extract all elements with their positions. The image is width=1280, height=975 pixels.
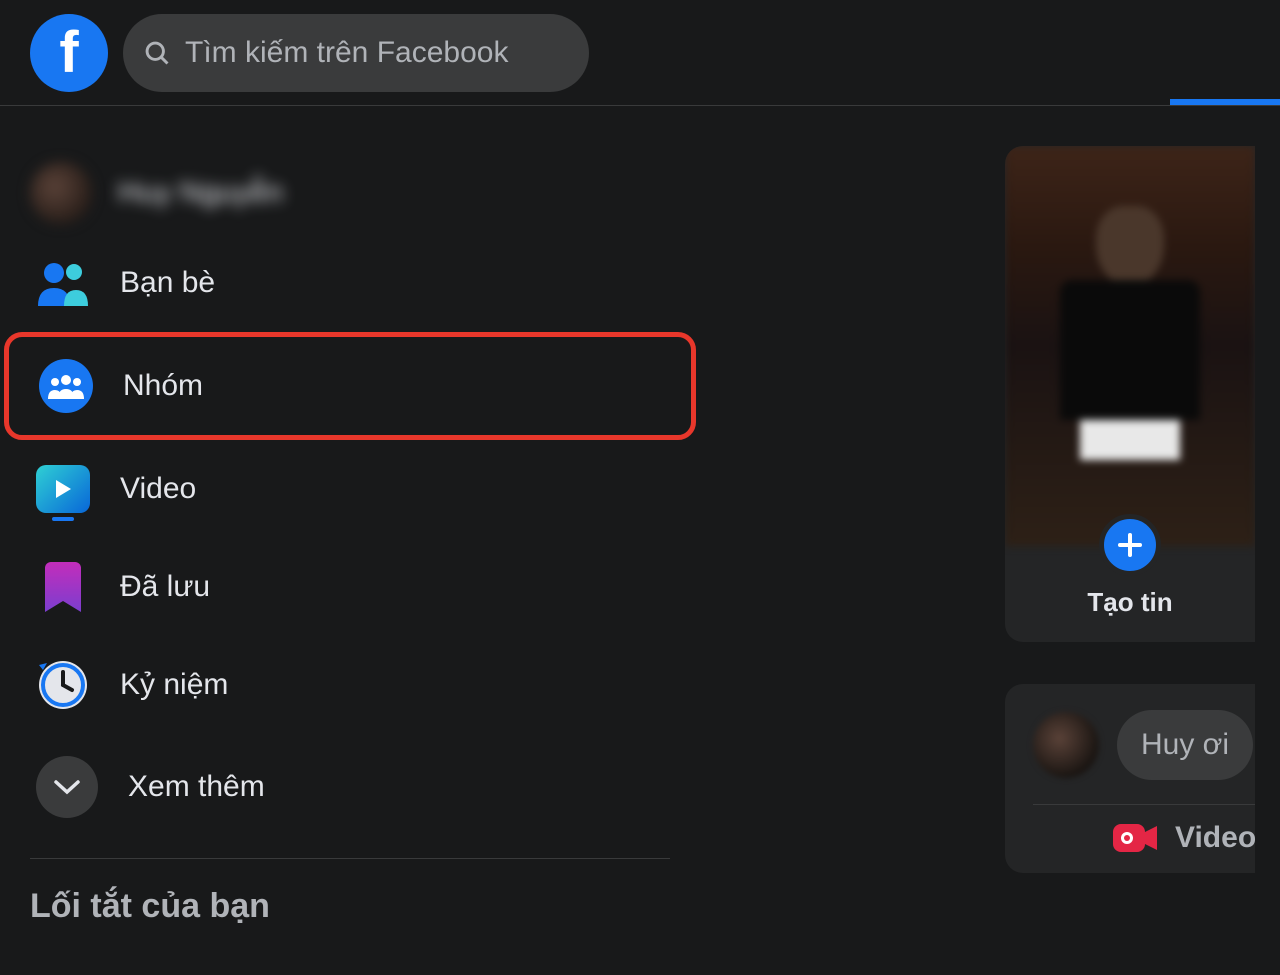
video-icon xyxy=(36,462,90,516)
chevron-down-icon xyxy=(36,756,98,818)
live-video-icon xyxy=(1113,822,1159,854)
nav-label: Đã lưu xyxy=(120,570,210,604)
facebook-logo[interactable]: f xyxy=(30,14,108,92)
shortcuts-title: Lối tắt của bạn xyxy=(0,887,700,926)
divider xyxy=(30,858,670,859)
nav-label: Kỷ niệm xyxy=(120,668,228,702)
live-video-button[interactable]: Video xyxy=(1033,805,1255,873)
composer-avatar[interactable] xyxy=(1033,712,1099,778)
live-video-label: Video xyxy=(1175,821,1256,855)
bookmark-icon xyxy=(36,560,90,614)
plus-icon xyxy=(1116,531,1144,559)
nav-label: Video xyxy=(120,472,196,506)
profile-link[interactable]: Huy Nguyễn xyxy=(0,152,700,234)
nav-label: Xem thêm xyxy=(128,770,265,804)
nav-memories[interactable]: Kỷ niệm xyxy=(0,636,700,734)
profile-avatar xyxy=(30,162,92,224)
left-sidebar: Huy Nguyễn Bạn bè Nhóm xyxy=(0,106,700,926)
nav-friends[interactable]: Bạn bè xyxy=(0,234,700,332)
top-header: f Tìm kiếm trên Facebook xyxy=(0,0,1280,106)
nav-label: Bạn bè xyxy=(120,266,215,300)
profile-name: Huy Nguyễn xyxy=(118,176,283,210)
post-composer: Huy ơi Video xyxy=(1005,684,1255,873)
search-placeholder: Tìm kiếm trên Facebook xyxy=(185,36,508,70)
create-story-card[interactable]: Tạo tin xyxy=(1005,146,1255,642)
nav-label: Nhóm xyxy=(123,369,203,403)
nav-see-more[interactable]: Xem thêm xyxy=(0,734,700,840)
friends-icon xyxy=(36,256,90,310)
add-story-button[interactable] xyxy=(1099,514,1161,576)
clock-icon xyxy=(36,658,90,712)
main-content: Tạo tin Huy ơi Video xyxy=(1005,146,1280,873)
active-tab-indicator xyxy=(1170,99,1280,105)
story-preview-image xyxy=(1005,146,1255,546)
create-story-label: Tạo tin xyxy=(1005,587,1255,618)
search-icon xyxy=(143,39,171,67)
nav-video[interactable]: Video xyxy=(0,440,700,538)
composer-input[interactable]: Huy ơi xyxy=(1117,710,1253,780)
nav-saved[interactable]: Đã lưu xyxy=(0,538,700,636)
groups-icon xyxy=(39,359,93,413)
search-bar[interactable]: Tìm kiếm trên Facebook xyxy=(123,14,589,92)
nav-groups[interactable]: Nhóm xyxy=(4,332,696,440)
